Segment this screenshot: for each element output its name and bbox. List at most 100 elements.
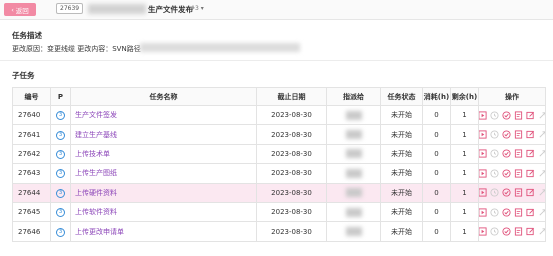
edit-icon[interactable] [525, 208, 535, 217]
column-header[interactable]: 指派给 [326, 87, 381, 106]
due-date: 2023-08-30 [256, 104, 327, 126]
task-name-link[interactable]: 上传软件资料 [70, 201, 257, 223]
table-header-row: 编号 P 任务名称 截止日期 指派给 任务状态 消耗(h) 剩余(h) 操作 [12, 87, 546, 106]
back-button-label: 返回 [15, 6, 29, 15]
due-date: 2023-08-30 [256, 221, 327, 242]
finish-icon[interactable] [501, 188, 511, 197]
assign-icon[interactable] [489, 208, 499, 217]
subtask-table: 编号 P 任务名称 截止日期 指派给 任务状态 消耗(h) 剩余(h) 操作 27640 3 生产文… [12, 87, 546, 242]
subtask-heading: 子任务 [12, 71, 35, 80]
assignee-cell [326, 201, 381, 223]
finish-icon[interactable] [501, 149, 511, 159]
finish-icon[interactable] [501, 130, 511, 139]
table-row[interactable]: 27640 3 生产文件签发 2023-08-30 未开始 0 1 [12, 104, 546, 126]
record-icon[interactable] [514, 169, 523, 178]
split-icon[interactable] [538, 130, 545, 139]
back-button[interactable]: ‹ 返回 [4, 3, 36, 16]
table-row[interactable]: 27642 3 上传技术单 2023-08-30 未开始 0 1 [12, 143, 546, 165]
task-id: 27643 [12, 163, 51, 184]
start-icon[interactable] [479, 111, 487, 120]
assign-icon[interactable] [489, 111, 499, 120]
edit-icon[interactable] [525, 130, 535, 139]
task-name-link[interactable]: 上传生产图纸 [70, 163, 257, 184]
start-icon[interactable] [479, 169, 487, 178]
assign-icon[interactable] [489, 169, 499, 178]
finish-icon[interactable] [501, 169, 511, 178]
remaining-hours: 1 [450, 104, 479, 126]
edit-icon[interactable] [525, 227, 535, 236]
consumed-hours: 0 [422, 182, 451, 203]
consumed-hours: 0 [422, 143, 451, 165]
split-icon[interactable] [538, 169, 545, 178]
redacted-assignee [345, 149, 362, 159]
version-dropdown[interactable]: #3 ▾ [190, 5, 204, 12]
page-title: 生产文件发布 [148, 5, 193, 14]
column-header[interactable]: 操作 [478, 87, 546, 106]
record-icon[interactable] [514, 149, 523, 159]
start-icon[interactable] [479, 208, 487, 217]
priority-badge: 3 [56, 227, 65, 237]
column-header[interactable]: 编号 [12, 87, 51, 106]
table-row[interactable]: 27645 3 上传软件资料 2023-08-30 未开始 0 1 [12, 201, 546, 223]
start-icon[interactable] [479, 149, 487, 159]
split-icon[interactable] [538, 111, 545, 120]
column-header[interactable]: 消耗(h) [422, 87, 451, 106]
column-header[interactable]: P [50, 87, 71, 106]
task-name-link[interactable]: 生产文件签发 [70, 104, 257, 126]
priority-cell: 3 [50, 124, 71, 145]
table-row[interactable]: 27646 3 上传更改申请单 2023-08-30 未开始 0 1 [12, 221, 546, 242]
start-icon[interactable] [479, 227, 487, 236]
task-status: 未开始 [380, 201, 423, 223]
split-icon[interactable] [538, 208, 545, 217]
assign-icon[interactable] [489, 130, 499, 139]
remaining-hours: 1 [450, 124, 479, 145]
start-icon[interactable] [479, 188, 487, 197]
column-header[interactable]: 截止日期 [256, 87, 327, 106]
assign-icon[interactable] [489, 149, 499, 159]
task-name-link[interactable]: 上传硬件资料 [70, 182, 257, 203]
split-icon[interactable] [538, 227, 545, 236]
assign-icon[interactable] [489, 188, 499, 197]
record-icon[interactable] [514, 111, 523, 120]
priority-cell: 3 [50, 163, 71, 184]
edit-icon[interactable] [525, 169, 535, 178]
split-icon[interactable] [538, 188, 545, 197]
actions-cell [478, 221, 546, 242]
edit-icon[interactable] [525, 149, 535, 158]
task-name-link[interactable]: 建立生产基线 [70, 124, 257, 145]
consumed-hours: 0 [422, 124, 451, 145]
finish-icon[interactable] [501, 208, 511, 217]
task-name-link[interactable]: 上传技术单 [70, 143, 257, 165]
assign-icon[interactable] [489, 227, 499, 236]
column-header[interactable]: 任务状态 [380, 87, 423, 106]
priority-cell: 3 [50, 221, 71, 242]
priority-badge: 3 [56, 169, 65, 179]
remaining-hours: 1 [450, 201, 479, 223]
start-icon[interactable] [479, 130, 487, 139]
record-icon[interactable] [514, 130, 523, 139]
column-header[interactable]: 剩余(h) [450, 87, 479, 106]
priority-badge: 3 [56, 111, 65, 121]
task-name-link[interactable]: 上传更改申请单 [70, 221, 257, 242]
edit-icon[interactable] [525, 111, 535, 120]
actions-cell [478, 124, 546, 145]
task-id: 27644 [12, 182, 51, 203]
record-icon[interactable] [514, 188, 523, 197]
table-row[interactable]: 27641 3 建立生产基线 2023-08-30 未开始 0 1 [12, 124, 546, 145]
back-arrow-icon: ‹ [11, 5, 14, 14]
actions-cell [478, 104, 546, 126]
remaining-hours: 1 [450, 163, 479, 184]
table-row[interactable]: 27644 3 上传硬件资料 2023-08-30 未开始 0 1 [12, 182, 546, 203]
column-header[interactable]: 任务名称 [70, 87, 257, 106]
record-icon[interactable] [514, 208, 523, 217]
finish-icon[interactable] [501, 227, 511, 236]
priority-cell: 3 [50, 104, 71, 126]
record-icon[interactable] [514, 227, 523, 236]
table-row[interactable]: 27643 3 上传生产图纸 2023-08-30 未开始 0 1 [12, 163, 546, 184]
split-icon[interactable] [538, 149, 545, 158]
edit-icon[interactable] [525, 188, 535, 197]
assignee-cell [326, 182, 381, 203]
actions-cell [478, 163, 546, 184]
finish-icon[interactable] [501, 111, 511, 120]
task-status: 未开始 [380, 143, 423, 165]
